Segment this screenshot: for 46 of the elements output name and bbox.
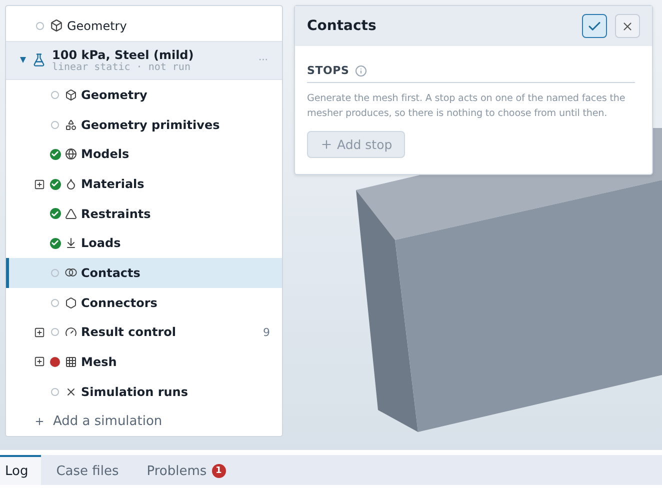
cube-icon [65,89,77,102]
droplet-icon [65,178,77,190]
tree-item[interactable]: Geometry primitives [6,110,282,140]
expand-caret-icon[interactable] [20,57,26,64]
tree-item[interactable]: Simulation runs [6,376,282,406]
close-button[interactable] [615,14,640,38]
arrow-down-icon [65,237,77,250]
plus-icon [34,416,45,427]
bottom-tab[interactable]: Problems 1 [142,455,239,485]
tree-item[interactable]: Restraints [6,198,282,228]
expand-icon[interactable] [34,178,44,190]
tree-item[interactable]: Loads [6,228,282,258]
tree-item[interactable]: Materials [6,169,282,199]
hexagon-icon [65,296,77,309]
item-count: 9 [263,326,270,339]
add-simulation-link[interactable]: Add a simulation [6,406,282,436]
linked-circles-icon [65,268,77,278]
simulation-subtitle: linear static · not run [52,62,192,73]
close-icon [621,20,634,32]
tree-item[interactable]: Result control 9 [6,317,282,348]
shapes-icon [65,118,77,131]
gauge-icon [65,326,77,338]
expand-icon[interactable] [34,356,44,368]
bottom-tab[interactable]: Log [0,455,42,485]
cube-icon [50,19,63,32]
plus-icon [320,138,333,151]
x-icon [65,386,77,398]
grid-icon [65,356,77,368]
tree-item[interactable]: Contacts [6,258,282,288]
tree-item[interactable]: Models [6,140,282,170]
confirm-button[interactable] [582,14,607,38]
triangle-icon [65,208,77,220]
section-heading: STOPS [307,64,350,77]
simulation-header[interactable]: 100 kPa, Steel (mild) linear static · not run ··· [6,40,282,80]
bottom-tab[interactable]: Case files [51,455,132,485]
panel-title: Contacts [307,18,378,34]
flask-icon [32,53,46,68]
tree-item[interactable]: Connectors [6,288,282,318]
tree-item[interactable]: Geometry [6,11,282,41]
section-description: Generate the mesh first. A stop acts on one of the named faces the mesher produces, so there is nothing to choose from until then. [307,92,626,121]
simulation-title: 100 kPa, Steel (mild) [52,48,194,62]
tree-item[interactable]: Geometry [6,80,282,110]
count-badge: 1 [212,464,226,478]
tree-item[interactable]: Mesh [6,347,282,377]
globe-icon [65,148,77,160]
expand-icon[interactable] [34,326,44,338]
